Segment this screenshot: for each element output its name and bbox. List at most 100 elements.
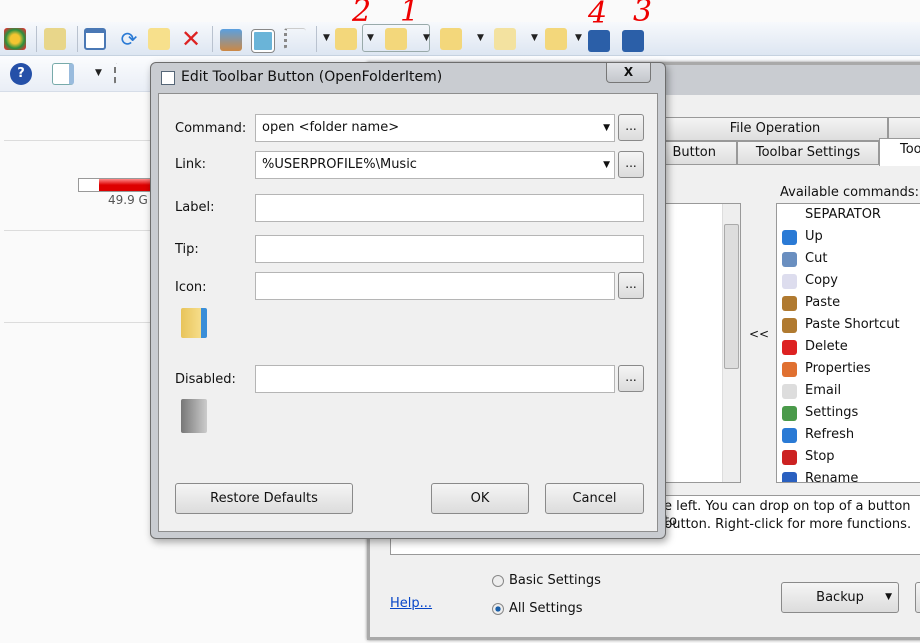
command-combobox[interactable]: open <folder name> ▼ <box>255 114 615 142</box>
folder-disabled-icon <box>181 399 207 433</box>
move-left-button[interactable]: << <box>749 327 769 341</box>
folder-documents-icon[interactable] <box>494 28 516 50</box>
command-item[interactable]: Email <box>777 380 920 402</box>
disabled-label: Disabled: <box>175 372 236 387</box>
pane-icon[interactable] <box>52 63 74 85</box>
dialog-title: Edit Toolbar Button (OpenFolderItem) <box>181 69 443 85</box>
link-combobox[interactable]: %USERPROFILE%\Music ▼ <box>255 151 615 179</box>
close-button[interactable]: X <box>606 63 651 83</box>
delete-icon[interactable]: ✕ <box>180 27 202 51</box>
tab-file-operation[interactable]: File Operation <box>662 117 888 141</box>
scrollbar[interactable] <box>722 204 740 482</box>
ok-button[interactable]: OK <box>431 483 529 514</box>
window-icon[interactable] <box>84 28 106 50</box>
command-item[interactable]: Copy <box>777 270 920 292</box>
restore-defaults-button[interactable]: Restore Defaults <box>175 483 353 514</box>
command-item[interactable]: Paste <box>777 292 920 314</box>
available-commands-list[interactable]: SEPARATOR Up Cut Copy Paste Paste Shortcut Del… <box>776 203 920 483</box>
settings-icon <box>782 406 797 421</box>
radio-all-label: All Settings <box>509 601 583 616</box>
command-label: Properties <box>805 361 871 376</box>
stop-icon <box>782 450 797 465</box>
image-icon[interactable] <box>220 29 242 51</box>
drive-usage-bar <box>78 178 158 192</box>
command-item[interactable]: Paste Shortcut <box>777 314 920 336</box>
cancel-button[interactable]: Cancel <box>545 483 644 514</box>
scissors-icon <box>782 252 797 267</box>
folder-music-icon[interactable] <box>385 28 407 50</box>
tip-input[interactable] <box>255 235 644 263</box>
annotation-1: 1 <box>400 0 420 29</box>
chevron-down-icon[interactable]: ▼ <box>603 115 610 141</box>
other-button[interactable] <box>915 582 920 613</box>
label-input[interactable] <box>255 194 644 222</box>
help-icon[interactable]: ? <box>10 63 32 85</box>
link-label: Link: <box>175 157 207 172</box>
chevron-down-icon[interactable]: ▼ <box>603 152 610 178</box>
details-view-icon[interactable] <box>284 28 306 50</box>
clipboard-icon <box>782 296 797 311</box>
help-text-line2: button. Right-click for more functions. <box>664 517 912 532</box>
command-item[interactable]: Delete <box>777 336 920 358</box>
dropdown-arrow-icon[interactable]: ▼ <box>531 33 538 43</box>
command-item[interactable]: Settings <box>777 402 920 424</box>
tip-label: Tip: <box>175 242 199 257</box>
backup-label: Backup <box>816 590 864 605</box>
backup-button[interactable]: Backup ▼ <box>781 582 899 613</box>
annotation-2: 2 <box>352 0 372 29</box>
checkmark-icon <box>782 362 797 377</box>
command-item[interactable]: Stop <box>777 446 920 468</box>
command-label: Cut <box>805 251 828 266</box>
command-item[interactable]: Refresh <box>777 424 920 446</box>
dropdown-arrow-icon[interactable]: ▼ <box>423 33 430 43</box>
refresh-icon[interactable]: ⟳ <box>118 28 140 50</box>
help-link[interactable]: Help... <box>390 596 432 611</box>
command-item[interactable]: SEPARATOR <box>777 204 920 226</box>
clipboard-shortcut-icon <box>782 318 797 333</box>
command-label: Settings <box>805 405 859 420</box>
thumbnail-icon[interactable] <box>251 29 275 53</box>
link-browse-button[interactable]: ... <box>618 151 644 178</box>
command-browse-button[interactable]: ... <box>618 114 644 141</box>
disabled-browse-button[interactable]: ... <box>618 365 644 392</box>
computer-icon[interactable] <box>588 30 610 52</box>
label-label: Label: <box>175 200 215 215</box>
annotation-3: 3 <box>633 0 653 29</box>
command-label: Rename <box>805 471 859 483</box>
dropdown-arrow-icon[interactable]: ▼ <box>95 68 102 78</box>
computer-icon[interactable] <box>622 30 644 52</box>
available-commands-label: Available commands: <box>780 185 920 200</box>
folder-pictures-icon[interactable] <box>440 28 462 50</box>
tab-toolbar-settings[interactable]: Toolbar Settings <box>737 141 879 165</box>
annotation-4: 4 <box>588 0 608 31</box>
link-value: %USERPROFILE%\Music <box>262 157 417 172</box>
command-value: open <folder name> <box>262 120 400 135</box>
new-folder-icon[interactable] <box>148 28 170 50</box>
command-item[interactable]: Rename <box>777 468 920 483</box>
layout-icon[interactable] <box>114 63 136 85</box>
edit-toolbar-button-dialog: Edit Toolbar Button (OpenFolderItem) X C… <box>150 62 666 539</box>
dropdown-arrow-icon[interactable]: ▼ <box>323 33 330 43</box>
dropdown-arrow-icon[interactable]: ▼ <box>477 33 484 43</box>
command-label: Command: <box>175 121 247 136</box>
command-item[interactable]: Up <box>777 226 920 248</box>
copy-icon <box>782 274 797 289</box>
command-item[interactable]: Properties <box>777 358 920 380</box>
folder-user-icon[interactable] <box>545 28 567 50</box>
radio-basic-settings[interactable] <box>492 575 504 587</box>
tab-toolbar-selected[interactable]: Too <box>879 138 920 166</box>
search-folder-icon[interactable] <box>44 28 66 50</box>
dropdown-arrow-icon: ▼ <box>885 592 892 602</box>
command-label: Refresh <box>805 427 855 442</box>
dialog-body: Command: open <folder name> ▼ ... Link: %… <box>158 93 658 532</box>
disabled-input[interactable] <box>255 365 615 393</box>
app-logo-icon[interactable] <box>4 28 26 50</box>
icon-input[interactable] <box>255 272 615 300</box>
command-item[interactable]: Cut <box>777 248 920 270</box>
folder-music-icon[interactable] <box>335 28 357 50</box>
envelope-icon <box>782 384 797 399</box>
radio-all-settings[interactable] <box>492 603 504 615</box>
dropdown-arrow-icon[interactable]: ▼ <box>575 33 582 43</box>
icon-browse-button[interactable]: ... <box>618 272 644 299</box>
command-label: Email <box>805 383 842 398</box>
